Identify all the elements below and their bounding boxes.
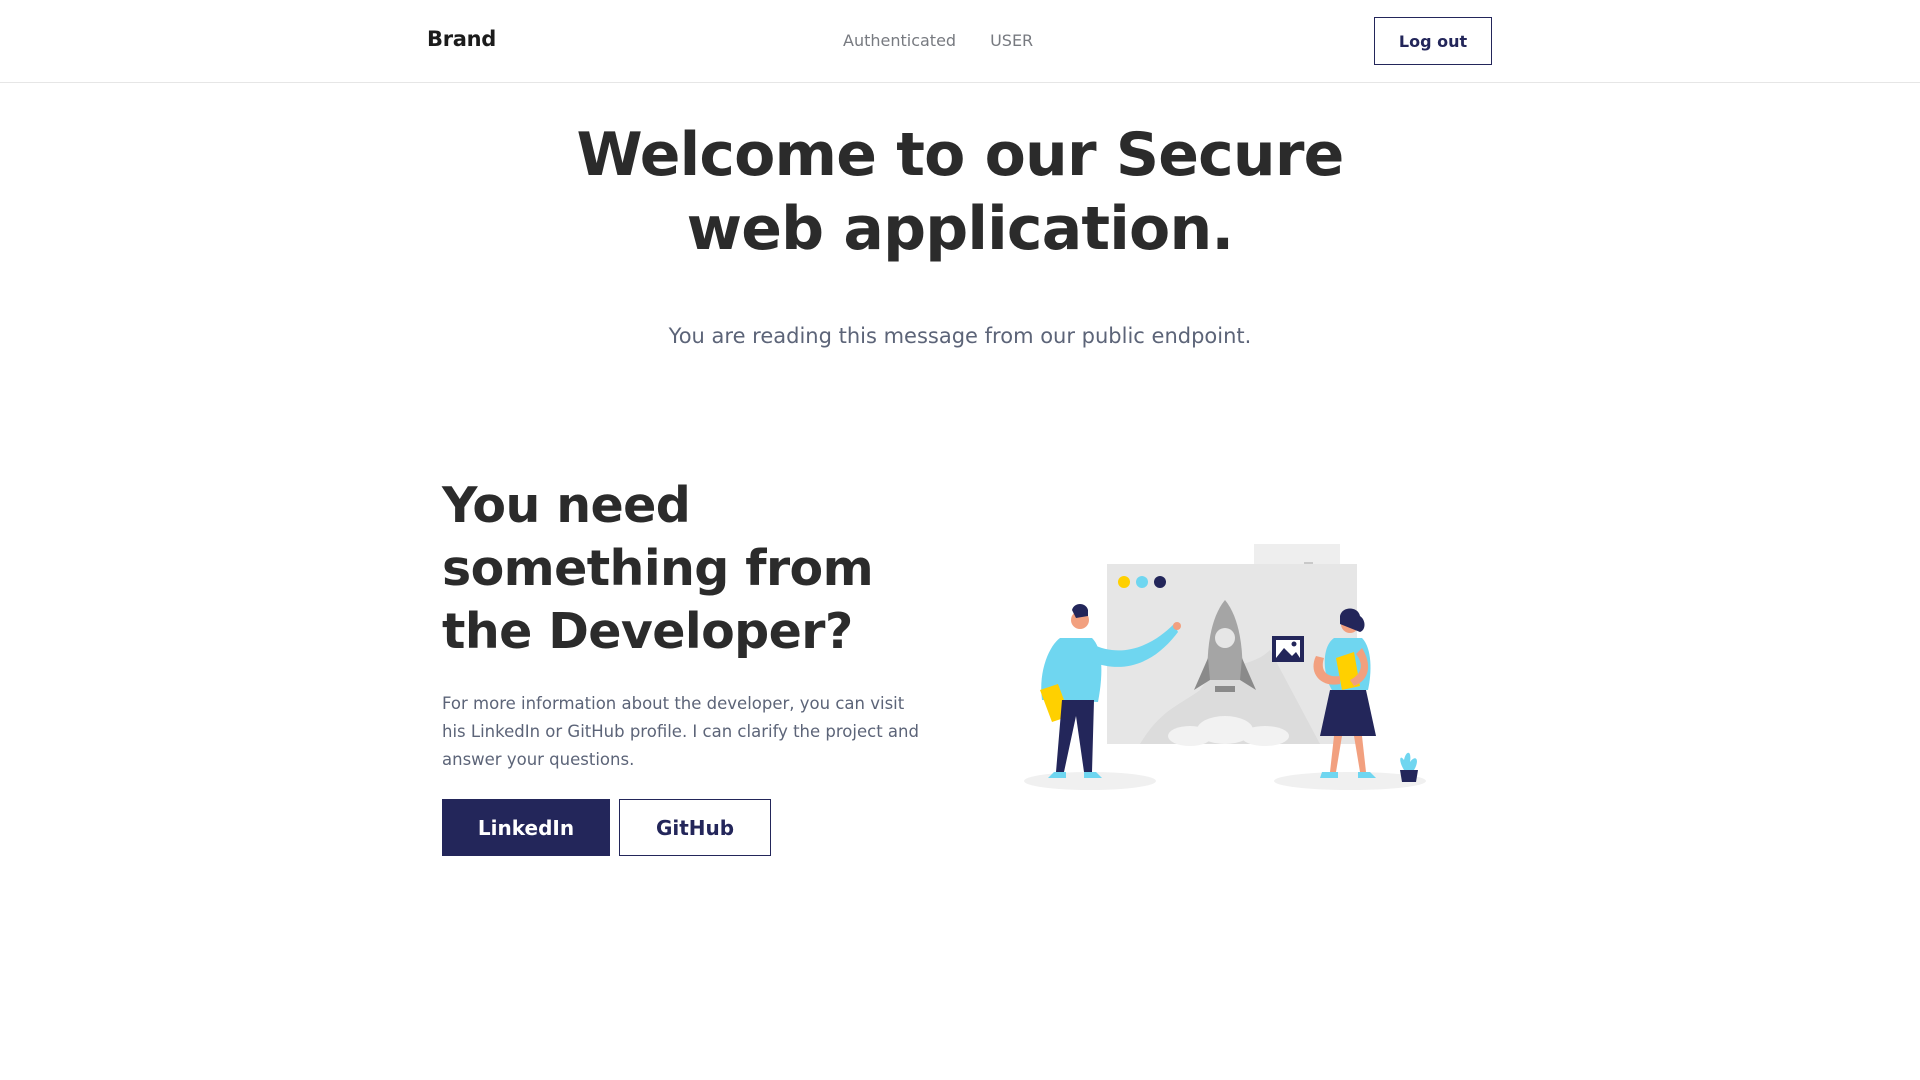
developer-title-line2: something from xyxy=(442,540,874,597)
hero-title: Welcome to our Secure web application. xyxy=(460,118,1460,266)
developer-buttons: LinkedIn GitHub xyxy=(442,799,771,856)
rocket-launch-team-illustration xyxy=(1024,544,1426,790)
linkedin-button[interactable]: LinkedIn xyxy=(442,799,610,856)
developer-description: For more information about the developer… xyxy=(442,694,919,769)
hero-subtitle: You are reading this message from our pu… xyxy=(668,324,1252,348)
developer-title-highlight: Developer? xyxy=(548,600,853,663)
developer-title-line1: You need xyxy=(442,477,691,534)
nav-links: Authenticated USER xyxy=(843,31,1033,50)
hero-title-part1: Welcome to our xyxy=(576,120,1116,190)
developer-title-line3-prefix: the xyxy=(442,603,549,660)
hero-title-part2: web application. xyxy=(686,194,1235,264)
developer-title: You need something from the Developer? xyxy=(442,474,962,663)
nav-link-user[interactable]: USER xyxy=(990,31,1033,50)
logout-button[interactable]: Log out xyxy=(1374,17,1492,65)
nav-link-authenticated[interactable]: Authenticated xyxy=(843,31,956,50)
brand-logo[interactable]: Brand xyxy=(427,27,496,51)
hero-title-highlight: Secure xyxy=(1115,120,1344,190)
navbar: Brand Authenticated USER Log out xyxy=(0,0,1920,83)
github-button[interactable]: GitHub xyxy=(619,799,771,856)
